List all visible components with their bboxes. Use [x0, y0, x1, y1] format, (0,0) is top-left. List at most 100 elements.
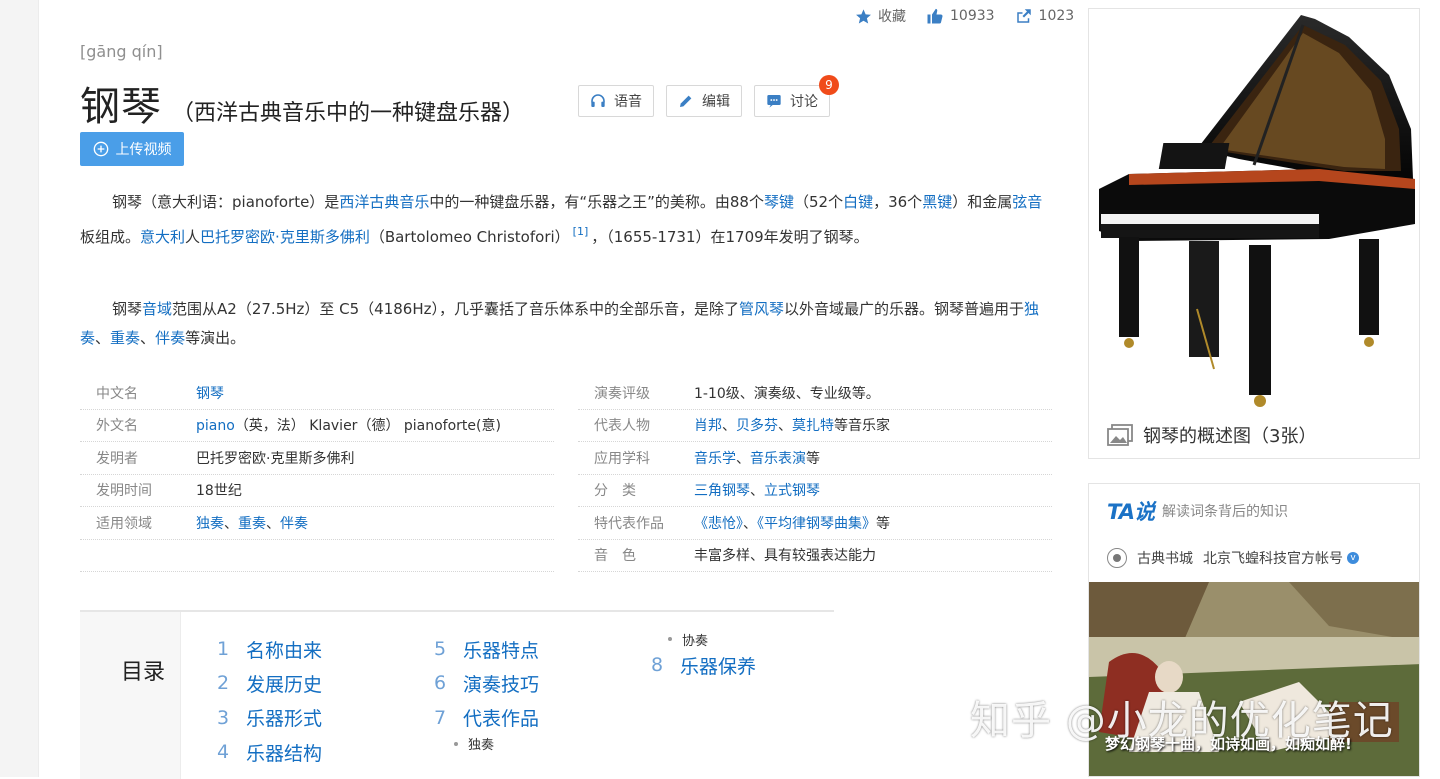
verified-icon: v	[1347, 552, 1359, 564]
info-link[interactable]: 三角钢琴	[694, 483, 750, 499]
link-keys[interactable]: 琴键	[764, 193, 794, 211]
upload-video-button[interactable]: 上传视频	[80, 132, 184, 166]
ta-author[interactable]: 古典书城 北京飞蝗科技官方帐号 v	[1107, 548, 1359, 568]
avatar	[1107, 548, 1127, 568]
toc-title: 乐器特点	[463, 639, 540, 662]
toc-item[interactable]: 1 名称由来	[217, 632, 322, 666]
ta-author-name: 古典书城	[1137, 551, 1193, 567]
text: 、	[722, 418, 736, 435]
entry-pinyin: [gāng qín]	[80, 42, 163, 61]
toc-item[interactable]: 8 乐器保养	[651, 648, 756, 682]
text: ，36个	[873, 193, 923, 211]
toc-item[interactable]: 5 乐器特点	[434, 632, 539, 666]
share-button[interactable]: 1023	[1015, 7, 1074, 25]
toc-number: 7	[434, 706, 447, 729]
text: 、	[140, 329, 156, 347]
info-link[interactable]: 立式钢琴	[764, 483, 820, 499]
toc-item[interactable]: 2 发展历史	[217, 666, 322, 700]
info-link[interactable]: 重奏	[238, 516, 266, 532]
toc-item[interactable]: 7 代表作品	[434, 701, 539, 735]
entry-subtitle: （西洋古典音乐中的一种键盘乐器）	[172, 101, 525, 126]
text: 、	[750, 483, 764, 500]
image-caption-label: 钢琴的概述图（3张）	[1143, 426, 1317, 447]
toc-label: 目录	[121, 660, 166, 685]
text: 等	[806, 450, 820, 467]
toc-column-3: 协奏 8 乐器保养	[651, 630, 756, 682]
info-link[interactable]: piano	[196, 418, 235, 434]
toc-subitem[interactable]: 协奏	[651, 630, 756, 649]
text: 、	[778, 418, 792, 435]
info-key: 分 类	[594, 483, 636, 500]
toc-title: 名称由来	[246, 639, 323, 662]
link-organ[interactable]: 管风琴	[739, 300, 784, 318]
text: （52个	[793, 193, 844, 211]
info-link[interactable]: 《悲怆》	[694, 516, 743, 532]
toc-subitem-label: 协奏	[682, 633, 709, 649]
discuss-button[interactable]: 讨论 9	[754, 75, 839, 117]
info-link[interactable]: 肖邦	[694, 418, 722, 434]
info-link[interactable]: 贝多芬	[736, 418, 778, 434]
info-link[interactable]: 伴奏	[280, 516, 308, 532]
info-key: 适用领域	[96, 515, 152, 532]
image-caption[interactable]: 钢琴的概述图（3张）	[1107, 422, 1316, 448]
star-icon	[856, 8, 871, 24]
edit-button[interactable]: 编辑	[666, 85, 742, 117]
info-link[interactable]: 音乐学	[694, 451, 736, 467]
text: 钢琴	[112, 300, 143, 318]
link-italy[interactable]: 意大利	[140, 228, 185, 246]
text: 、	[266, 515, 280, 532]
info-value: 三角钢琴、立式钢琴	[694, 480, 820, 500]
info-key: 特代表作品	[594, 515, 664, 532]
favorite-button[interactable]: 收藏	[855, 6, 906, 26]
info-row: 音 色 丰富多样、具有较强表达能力	[578, 540, 1052, 572]
toc-label-panel: 目录	[80, 612, 181, 779]
info-value: 独奏、重奏、伴奏	[196, 513, 308, 533]
info-link[interactable]: 莫扎特	[792, 418, 834, 434]
voice-button[interactable]: 语音	[578, 85, 654, 117]
info-link[interactable]: 音乐表演	[750, 451, 806, 467]
info-link[interactable]: 钢琴	[196, 386, 224, 402]
toc-title: 演奏技巧	[463, 673, 540, 696]
info-key: 发明者	[96, 450, 138, 467]
toc-subitem[interactable]: 独奏	[434, 735, 539, 753]
summary-paragraph-1: 钢琴（意大利语：pianoforte）是西洋古典音乐中的一种键盘乐器，有“乐器之…	[80, 188, 1052, 252]
toc-item[interactable]: 3 乐器形式	[217, 701, 322, 735]
link-black-keys[interactable]: 黑键	[922, 193, 952, 211]
bullet-icon	[668, 637, 672, 641]
text: 、	[224, 515, 238, 532]
chat-icon	[767, 95, 781, 108]
info-row: 适用领域 独奏、重奏、伴奏	[80, 507, 554, 540]
info-row: 发明时间 18世纪	[80, 475, 554, 507]
link-cristofori[interactable]: 巴托罗密欧·克里斯多佛利	[200, 228, 370, 246]
text: 板组成。	[80, 228, 141, 246]
info-row: 演奏评级 1-10级、演奏级、专业级等。	[578, 377, 1052, 410]
info-row: 分 类 三角钢琴、立式钢琴	[578, 475, 1052, 507]
toc-title: 乐器保养	[680, 655, 757, 678]
info-row: 外文名 piano（英，法） Klavier（德） pianoforte(意)	[80, 410, 554, 442]
summary-image-card[interactable]: 钢琴的概述图（3张）	[1088, 8, 1420, 459]
ta-article-image[interactable]: 梦幻钢琴十曲，如诗如画，如痴如醉!	[1089, 582, 1419, 776]
link-range[interactable]: 音域	[142, 300, 172, 318]
link-western-classical-music[interactable]: 西洋古典音乐	[339, 193, 429, 211]
text: （Bartolomeo Christofori）	[369, 228, 570, 246]
info-key: 应用学科	[594, 450, 650, 467]
link-ensemble[interactable]: 重奏	[110, 329, 140, 347]
toc-item[interactable]: 4 乐器结构	[217, 735, 322, 769]
info-link[interactable]: 《平均律钢琴曲集》	[757, 516, 876, 532]
toc-item[interactable]: 6 演奏技巧	[434, 666, 539, 700]
link-accompaniment[interactable]: 伴奏	[155, 329, 185, 347]
info-key: 中文名	[96, 385, 138, 402]
entry-actions-bar: 收藏 10933 1023	[855, 6, 1074, 26]
info-link[interactable]: 独奏	[196, 516, 224, 532]
link-white-keys[interactable]: 白键	[843, 193, 873, 211]
info-value: 18世纪	[196, 483, 242, 500]
link-strings[interactable]: 弦音	[1012, 193, 1042, 211]
toc-number: 3	[217, 706, 230, 729]
info-key: 代表人物	[594, 418, 650, 435]
like-button[interactable]: 10933	[926, 7, 995, 25]
info-value: 《悲怆》、《平均律钢琴曲集》等	[694, 513, 890, 533]
toc-subitem-label: 独奏	[468, 738, 495, 754]
text: ，（1655-1731）在1709年发明了钢琴。	[591, 228, 869, 246]
reference-link[interactable]: [1]	[573, 225, 589, 238]
info-row: 代表人物 肖邦、贝多芬、莫扎特等音乐家	[578, 410, 1052, 442]
